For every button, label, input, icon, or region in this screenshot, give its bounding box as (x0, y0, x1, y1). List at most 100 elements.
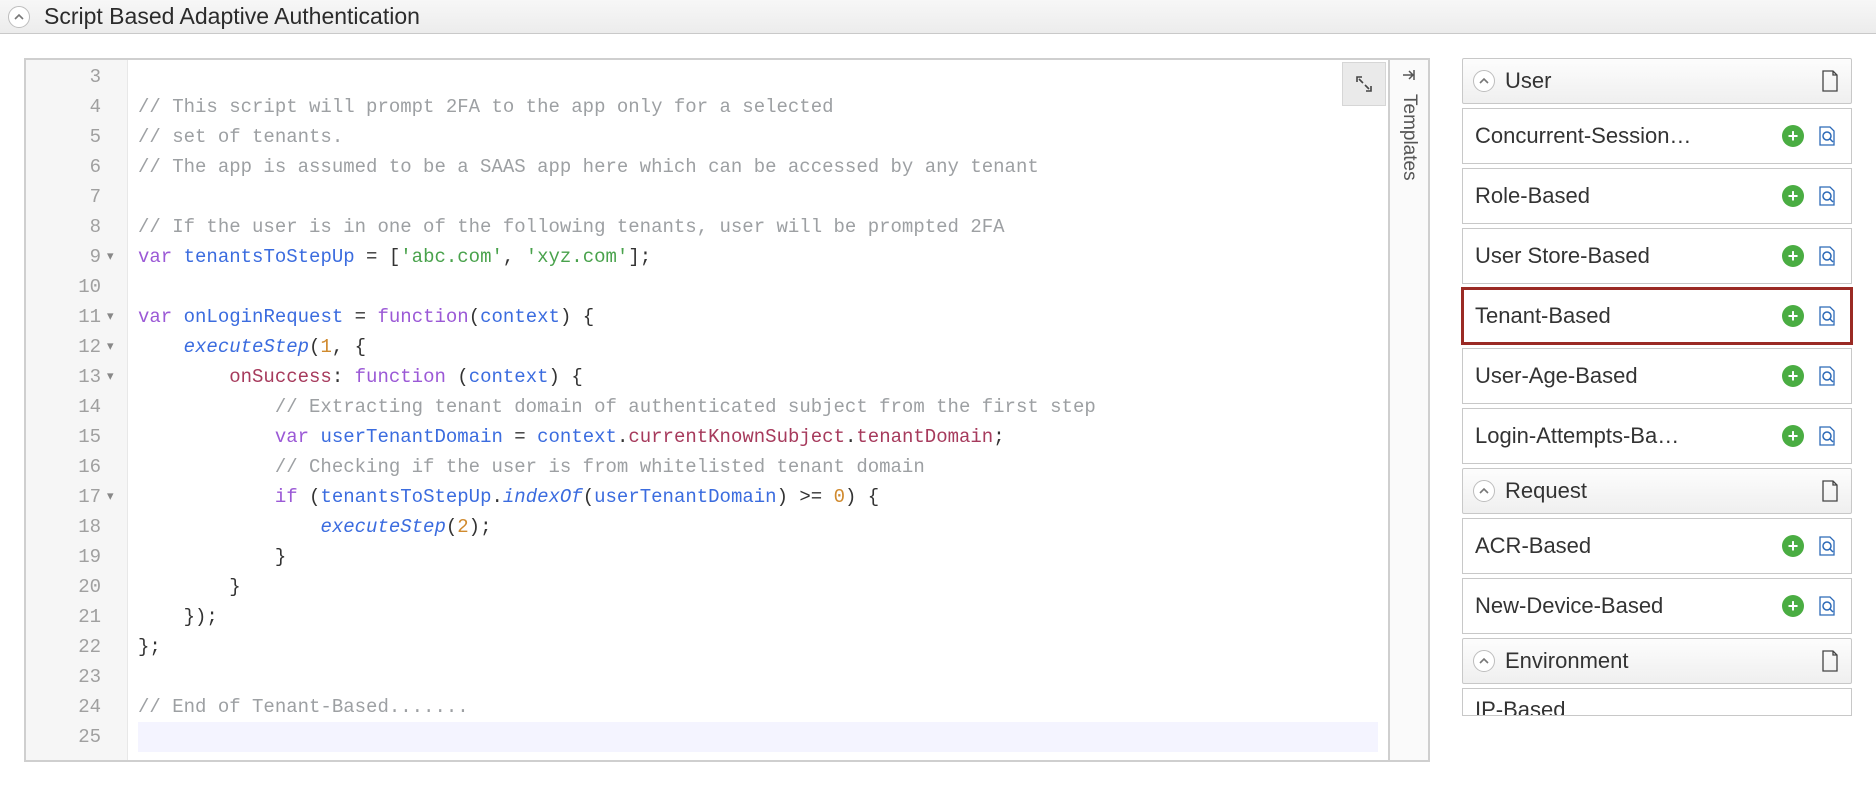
template-view-button[interactable] (1815, 594, 1839, 618)
code-line[interactable]: }); (138, 602, 1378, 632)
gutter-line: 22 (26, 632, 119, 662)
code-line[interactable]: executeStep(1, { (138, 332, 1378, 362)
template-view-button[interactable] (1815, 534, 1839, 558)
script-editor[interactable]: 3456789▾1011▾12▾13▾14151617▾181920212223… (24, 58, 1390, 762)
code-line[interactable] (138, 662, 1378, 692)
plus-icon: + (1782, 425, 1804, 447)
template-group-header[interactable]: Environment (1462, 638, 1852, 684)
template-view-button[interactable] (1815, 364, 1839, 388)
fold-toggle-icon[interactable]: ▾ (107, 332, 119, 362)
group-collapse-toggle[interactable] (1473, 70, 1495, 92)
gutter-line: 5 (26, 122, 119, 152)
main-area: 3456789▾1011▾12▾13▾14151617▾181920212223… (0, 34, 1876, 786)
code-line[interactable] (138, 182, 1378, 212)
code-line[interactable]: // Checking if the user is from whitelis… (138, 452, 1378, 482)
code-line[interactable] (138, 272, 1378, 302)
rail-collapse-icon (1400, 68, 1418, 86)
template-name: IP-Based (1475, 697, 1839, 716)
gutter-line: 14 (26, 392, 119, 422)
template-item[interactable]: New-Device-Based + (1462, 578, 1852, 634)
code-line[interactable]: if (tenantsToStepUp.indexOf(userTenantDo… (138, 482, 1378, 512)
gutter-line: 18 (26, 512, 119, 542)
template-view-button[interactable] (1815, 184, 1839, 208)
code-line[interactable]: }; (138, 632, 1378, 662)
gutter-line: 19 (26, 542, 119, 572)
line-gutter: 3456789▾1011▾12▾13▾14151617▾181920212223… (26, 60, 128, 760)
request-doc-icon (1819, 479, 1841, 503)
fold-toggle-icon[interactable]: ▾ (107, 242, 119, 272)
template-add-button[interactable]: + (1781, 184, 1805, 208)
code-area[interactable]: // This script will prompt 2FA to the ap… (128, 60, 1388, 760)
gutter-line: 13▾ (26, 362, 119, 392)
template-add-button[interactable]: + (1781, 424, 1805, 448)
gutter-line: 11▾ (26, 302, 119, 332)
fold-toggle-icon[interactable]: ▾ (107, 482, 119, 512)
group-title: User (1505, 68, 1819, 94)
template-name: Tenant-Based (1475, 303, 1771, 329)
panel-title: Script Based Adaptive Authentication (44, 3, 420, 30)
template-name: Role-Based (1475, 183, 1771, 209)
fold-toggle-icon[interactable]: ▾ (107, 362, 119, 392)
templates-rail[interactable]: Templates (1390, 58, 1430, 762)
code-line[interactable]: // If the user is in one of the followin… (138, 212, 1378, 242)
code-line[interactable]: // set of tenants. (138, 122, 1378, 152)
template-item[interactable]: Tenant-Based + (1462, 288, 1852, 344)
gutter-line: 7 (26, 182, 119, 212)
template-view-button[interactable] (1815, 424, 1839, 448)
template-item[interactable]: User-Age-Based + (1462, 348, 1852, 404)
plus-icon: + (1782, 535, 1804, 557)
template-name: Login-Attempts-Ba… (1475, 423, 1771, 449)
gutter-line: 9▾ (26, 242, 119, 272)
template-item[interactable]: Login-Attempts-Ba… + (1462, 408, 1852, 464)
templates-panel: UserConcurrent-Session…+Role-Based+User … (1462, 58, 1852, 762)
code-line[interactable]: executeStep(2); (138, 512, 1378, 542)
template-add-button[interactable]: + (1781, 304, 1805, 328)
code-line[interactable]: // Extracting tenant domain of authentic… (138, 392, 1378, 422)
template-add-button[interactable]: + (1781, 534, 1805, 558)
gutter-line: 25 (26, 722, 119, 752)
gutter-line: 20 (26, 572, 119, 602)
template-name: User Store-Based (1475, 243, 1771, 269)
template-item[interactable]: User Store-Based + (1462, 228, 1852, 284)
code-line[interactable] (138, 722, 1378, 752)
gutter-line: 17▾ (26, 482, 119, 512)
code-line[interactable]: onSuccess: function (context) { (138, 362, 1378, 392)
group-collapse-toggle[interactable] (1473, 480, 1495, 502)
code-line[interactable]: var onLoginRequest = function(context) { (138, 302, 1378, 332)
template-view-button[interactable] (1815, 304, 1839, 328)
fold-toggle-icon[interactable]: ▾ (107, 302, 119, 332)
group-title: Environment (1505, 648, 1819, 674)
template-item[interactable]: Role-Based + (1462, 168, 1852, 224)
template-add-button[interactable]: + (1781, 594, 1805, 618)
code-line[interactable]: // This script will prompt 2FA to the ap… (138, 92, 1378, 122)
user-doc-icon (1819, 69, 1841, 93)
template-item[interactable]: ACR-Based + (1462, 518, 1852, 574)
code-line[interactable] (138, 62, 1378, 92)
code-line[interactable]: var userTenantDomain = context.currentKn… (138, 422, 1378, 452)
template-group-header[interactable]: Request (1462, 468, 1852, 514)
template-item[interactable]: IP-Based (1462, 688, 1852, 716)
template-name: ACR-Based (1475, 533, 1771, 559)
plus-icon: + (1782, 305, 1804, 327)
template-group-header[interactable]: User (1462, 58, 1852, 104)
template-add-button[interactable]: + (1781, 364, 1805, 388)
gutter-line: 8 (26, 212, 119, 242)
template-view-button[interactable] (1815, 124, 1839, 148)
template-item[interactable]: Concurrent-Session…+ (1462, 108, 1852, 164)
env-doc-icon (1819, 649, 1841, 673)
code-line[interactable]: // End of Tenant-Based....... (138, 692, 1378, 722)
gutter-line: 4 (26, 92, 119, 122)
template-name: User-Age-Based (1475, 363, 1771, 389)
template-add-button[interactable]: + (1781, 244, 1805, 268)
code-line[interactable]: } (138, 572, 1378, 602)
template-add-button[interactable]: + (1781, 124, 1805, 148)
plus-icon: + (1782, 365, 1804, 387)
code-line[interactable]: // The app is assumed to be a SAAS app h… (138, 152, 1378, 182)
gutter-line: 12▾ (26, 332, 119, 362)
panel-collapse-toggle[interactable] (8, 6, 30, 28)
group-collapse-toggle[interactable] (1473, 650, 1495, 672)
code-line[interactable]: var tenantsToStepUp = ['abc.com', 'xyz.c… (138, 242, 1378, 272)
code-line[interactable]: } (138, 542, 1378, 572)
template-name: New-Device-Based (1475, 593, 1771, 619)
template-view-button[interactable] (1815, 244, 1839, 268)
